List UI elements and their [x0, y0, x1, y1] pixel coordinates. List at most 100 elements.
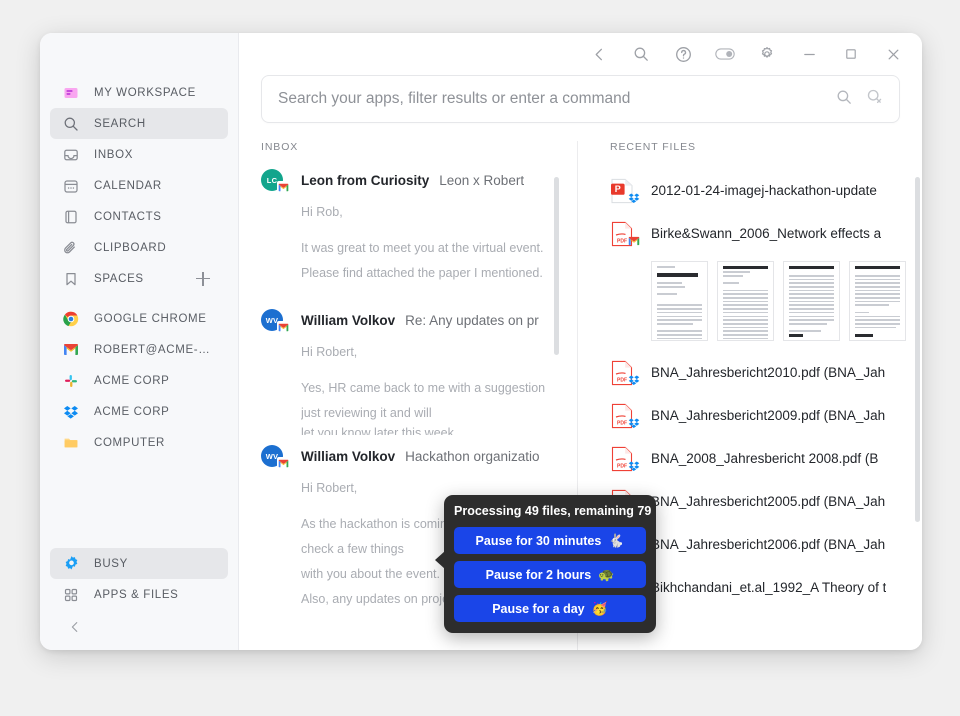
- sidebar-item-label: CONTACTS: [94, 210, 162, 223]
- sidebar-item-dropbox[interactable]: ACME CORP: [50, 396, 228, 427]
- inbox-message[interactable]: WV William Volkov Re: Any updates on pr …: [261, 309, 545, 435]
- close-button[interactable]: [872, 36, 914, 72]
- sidebar-item-contacts[interactable]: CONTACTS: [50, 201, 228, 232]
- main-area: INBOX LC Leon from Curiosity Leon x Rob: [239, 33, 922, 650]
- search-trailing-icons: [836, 88, 883, 110]
- toggle-button[interactable]: [704, 36, 746, 72]
- sidebar-item-label: GOOGLE CHROME: [94, 312, 207, 325]
- page-thumbnail[interactable]: [717, 261, 774, 341]
- inbox-panel-title: INBOX: [261, 141, 299, 153]
- folder-icon: [62, 434, 80, 452]
- help-button[interactable]: [662, 36, 704, 72]
- pdf-file-icon: PDF: [610, 403, 639, 429]
- contacts-icon: [62, 208, 80, 226]
- sidebar-item-gmail-account[interactable]: ROBERT@ACME-…: [50, 334, 228, 365]
- maximize-button[interactable]: [830, 36, 872, 72]
- bookmark-icon: [62, 270, 80, 288]
- file-row[interactable]: PDF Birke&Swann_2006_Network effects a: [610, 212, 906, 255]
- sidebar-item-slack[interactable]: ACME CORP: [50, 365, 228, 396]
- gear-busy-icon: [62, 555, 80, 573]
- sidebar-item-google-chrome[interactable]: GOOGLE CHROME: [50, 303, 228, 334]
- sidebar-item-label: CALENDAR: [94, 179, 162, 192]
- search-input[interactable]: [278, 90, 824, 108]
- gmail-icon: [277, 181, 290, 194]
- pdf-file-icon: PDF: [610, 221, 639, 247]
- message-sender: William Volkov: [301, 312, 396, 328]
- sidebar-item-busy[interactable]: BUSY: [50, 548, 228, 579]
- file-row[interactable]: PDF BNA_2008_Jahresbericht 2008.pdf (B: [610, 437, 906, 480]
- close-icon: [888, 49, 898, 59]
- gmail-icon: [277, 321, 290, 334]
- svg-text:P: P: [615, 184, 621, 194]
- sidebar-item-spaces[interactable]: SPACES: [50, 263, 228, 294]
- message-header: LC Leon from Curiosity Leon x Robert: [261, 169, 545, 194]
- page-thumbnail[interactable]: [849, 261, 906, 341]
- message-subject: Leon x Robert: [439, 172, 525, 188]
- sidebar-item-label: SPACES: [94, 272, 144, 285]
- avatar: LC: [261, 169, 290, 194]
- minimize-button[interactable]: [788, 36, 830, 72]
- sidebar-item-search[interactable]: SEARCH: [50, 108, 228, 139]
- sidebar-item-my-workspace[interactable]: MY WORKSPACE: [50, 77, 228, 108]
- processing-popover: Processing 49 files, remaining 79 Pause …: [435, 495, 656, 633]
- sidebar-item-label: ACME CORP: [94, 374, 170, 387]
- recent-files-scrollbar[interactable]: [915, 169, 920, 650]
- file-preview-thumbnails: [651, 261, 906, 341]
- toggle-icon: [715, 48, 735, 60]
- clipboard-icon: [62, 239, 80, 257]
- recent-files-scrollbar-thumb[interactable]: [915, 177, 920, 522]
- pause-a-day-button[interactable]: Pause for a day 🥳: [454, 595, 646, 622]
- sidebar-item-label: BUSY: [94, 557, 128, 570]
- popover-title: Processing 49 files, remaining 79: [454, 504, 652, 518]
- dropbox-icon: [627, 417, 640, 430]
- search-button[interactable]: [620, 36, 662, 72]
- file-name: Birke&Swann_2006_Network effects a: [651, 226, 882, 241]
- sidebar-item-apps-and-files[interactable]: APPS & FILES: [50, 579, 228, 610]
- slack-icon: [62, 372, 80, 390]
- chrome-icon: [62, 310, 80, 328]
- recent-files-scroll-area[interactable]: P 2012-01-24-imagej-hackathon-update PDF: [610, 169, 922, 650]
- sidebar-item-label: CLIPBOARD: [94, 241, 167, 254]
- collapse-sidebar-button[interactable]: [40, 610, 238, 644]
- message-preview-line: just reviewing it and will: [301, 406, 432, 420]
- settings-button[interactable]: [746, 36, 788, 72]
- workspace-icon: [62, 84, 80, 102]
- pause-button-label: Pause for a day: [492, 601, 585, 616]
- question-circle-icon: [675, 46, 691, 62]
- search-scope-icon[interactable]: [866, 88, 883, 110]
- file-row[interactable]: PDF BNA_Jahresbericht2010.pdf (BNA_Jah: [610, 351, 906, 394]
- pause-2-hours-button[interactable]: Pause for 2 hours 🐢: [454, 561, 646, 588]
- sidebar-item-calendar[interactable]: CALENDAR: [50, 170, 228, 201]
- page-thumbnail[interactable]: [651, 261, 708, 341]
- svg-text:PDF: PDF: [617, 238, 627, 244]
- sidebar-item-inbox[interactable]: INBOX: [50, 139, 228, 170]
- file-row[interactable]: P 2012-01-24-imagej-hackathon-update: [610, 169, 906, 212]
- titlebar: [239, 33, 922, 75]
- inbox-message[interactable]: LC Leon from Curiosity Leon x Robert Hi …: [261, 169, 545, 286]
- add-space-button[interactable]: [196, 271, 210, 286]
- inbox-scrollbar-thumb[interactable]: [554, 177, 559, 355]
- pause-30-minutes-button[interactable]: Pause for 30 minutes 🐇: [454, 527, 646, 554]
- message-sender: William Volkov: [301, 448, 396, 464]
- message-preview-line: let you know later this week.: [301, 426, 458, 435]
- back-button[interactable]: [578, 36, 620, 72]
- page-thumbnail[interactable]: [783, 261, 840, 341]
- sidebar: MY WORKSPACE SEARCH INBOX CALENDAR CONTA: [40, 33, 239, 650]
- gmail-icon: [277, 457, 290, 470]
- sidebar-divider-gap: [40, 294, 238, 303]
- message-preview-line: Hi Rob,: [301, 205, 343, 219]
- sidebar-item-clipboard[interactable]: CLIPBOARD: [50, 232, 228, 263]
- search-bar[interactable]: [261, 75, 900, 123]
- file-row[interactable]: PDF BNA_Jahresbericht2009.pdf (BNA_Jah: [610, 394, 906, 437]
- search-icon[interactable]: [836, 89, 852, 110]
- file-name: BNA_Jahresbericht2010.pdf (BNA_Jah: [651, 365, 886, 380]
- svg-text:PDF: PDF: [617, 377, 627, 383]
- dropbox-icon: [627, 374, 640, 387]
- gmail-icon: [627, 235, 640, 248]
- inbox-icon: [62, 146, 80, 164]
- sidebar-item-computer[interactable]: COMPUTER: [50, 427, 228, 458]
- message-preview-line: Hi Robert,: [301, 345, 358, 359]
- chevron-left-icon: [71, 622, 78, 632]
- svg-text:PDF: PDF: [617, 420, 627, 426]
